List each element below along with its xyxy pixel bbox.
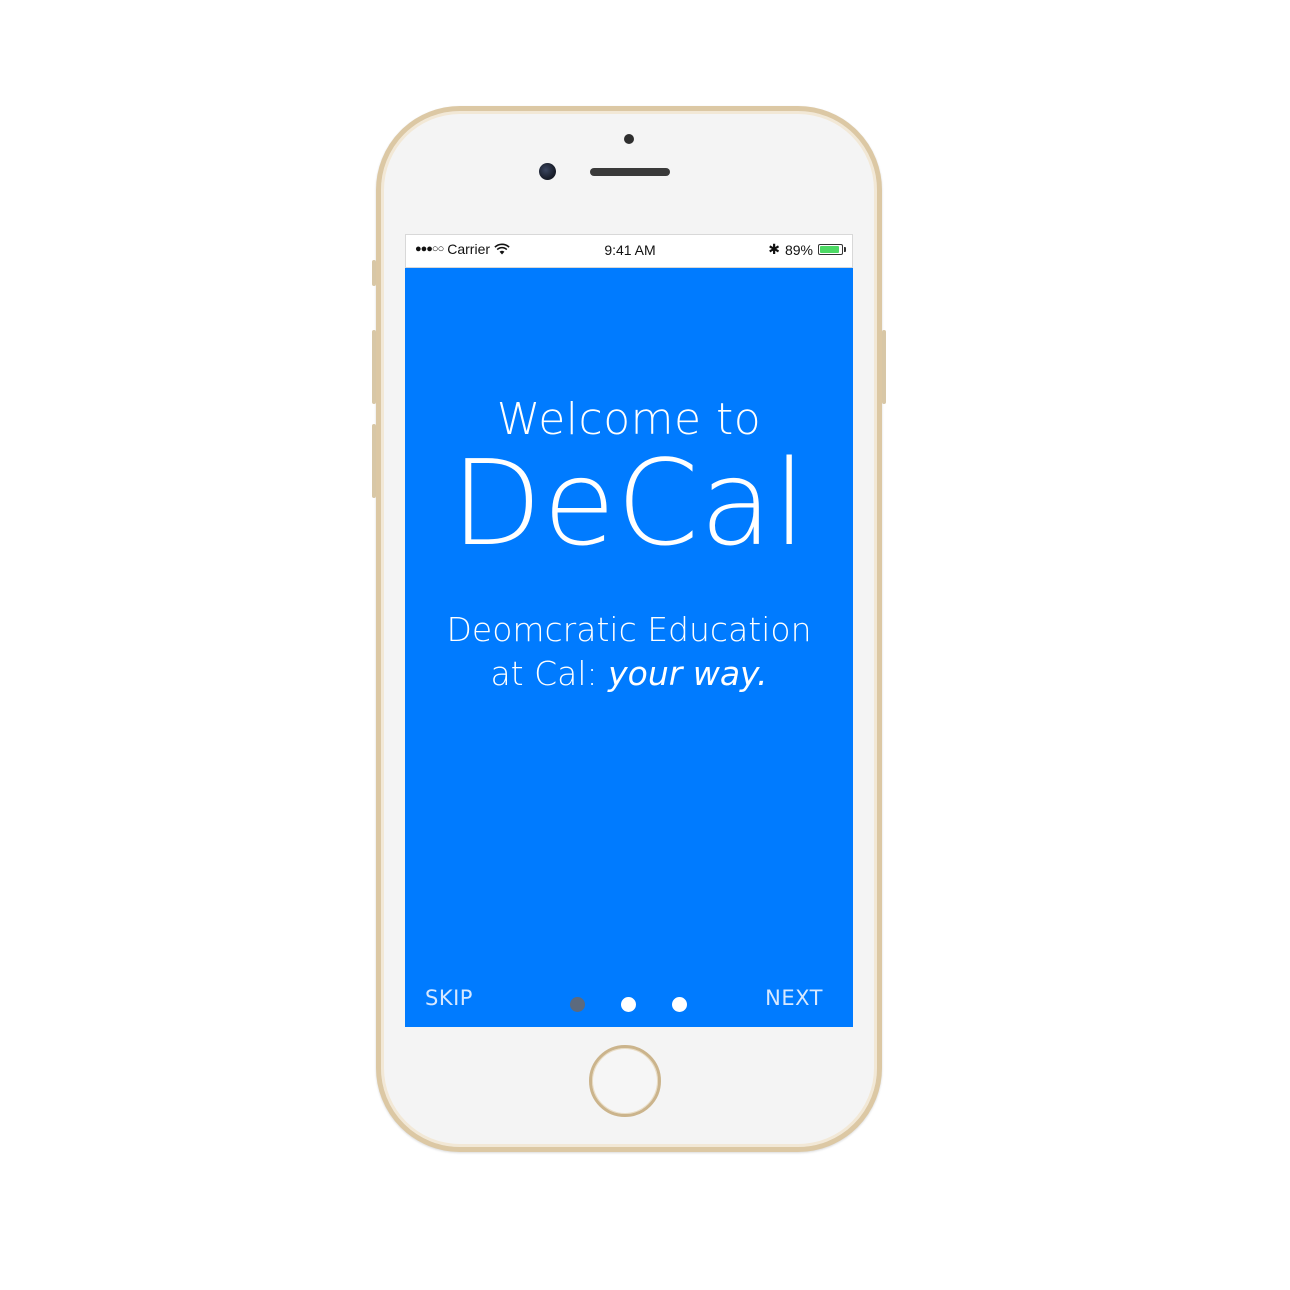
tagline-emphasis: your way. <box>608 654 768 693</box>
tagline: Deomcratic Education at Cal: your way. <box>405 608 853 696</box>
status-right: ✱ 89% <box>768 241 846 258</box>
skip-button[interactable]: SKIP <box>425 986 473 1010</box>
page-indicator <box>570 997 690 1013</box>
battery-icon <box>818 244 846 255</box>
bluetooth-icon: ✱ <box>768 241 780 257</box>
next-button[interactable]: NEXT <box>765 986 823 1010</box>
volume-down-button <box>372 424 376 498</box>
battery-percent: 89% <box>784 241 813 258</box>
front-camera <box>539 163 556 180</box>
power-button <box>882 330 886 404</box>
tagline-line-1: Deomcratic Education <box>446 610 812 649</box>
home-button[interactable] <box>589 1045 661 1117</box>
battery-cap <box>844 247 846 252</box>
proximity-sensor <box>624 134 634 144</box>
tagline-prefix: at Cal: <box>490 654 609 693</box>
battery-fill <box>820 246 839 253</box>
page-dot-1[interactable] <box>570 997 585 1012</box>
app-screen: ●●●○○ Carrier 9:41 AM ✱ 89% Welcome to D… <box>405 234 853 1027</box>
page-dot-3[interactable] <box>672 997 687 1012</box>
earpiece-speaker <box>590 168 670 176</box>
page-dot-2[interactable] <box>621 997 636 1012</box>
tagline-line-2: at Cal: your way. <box>405 652 853 696</box>
status-bar: ●●●○○ Carrier 9:41 AM ✱ 89% <box>405 234 853 268</box>
mute-switch <box>372 260 376 286</box>
volume-up-button <box>372 330 376 404</box>
brand-title: DeCal <box>451 434 807 572</box>
